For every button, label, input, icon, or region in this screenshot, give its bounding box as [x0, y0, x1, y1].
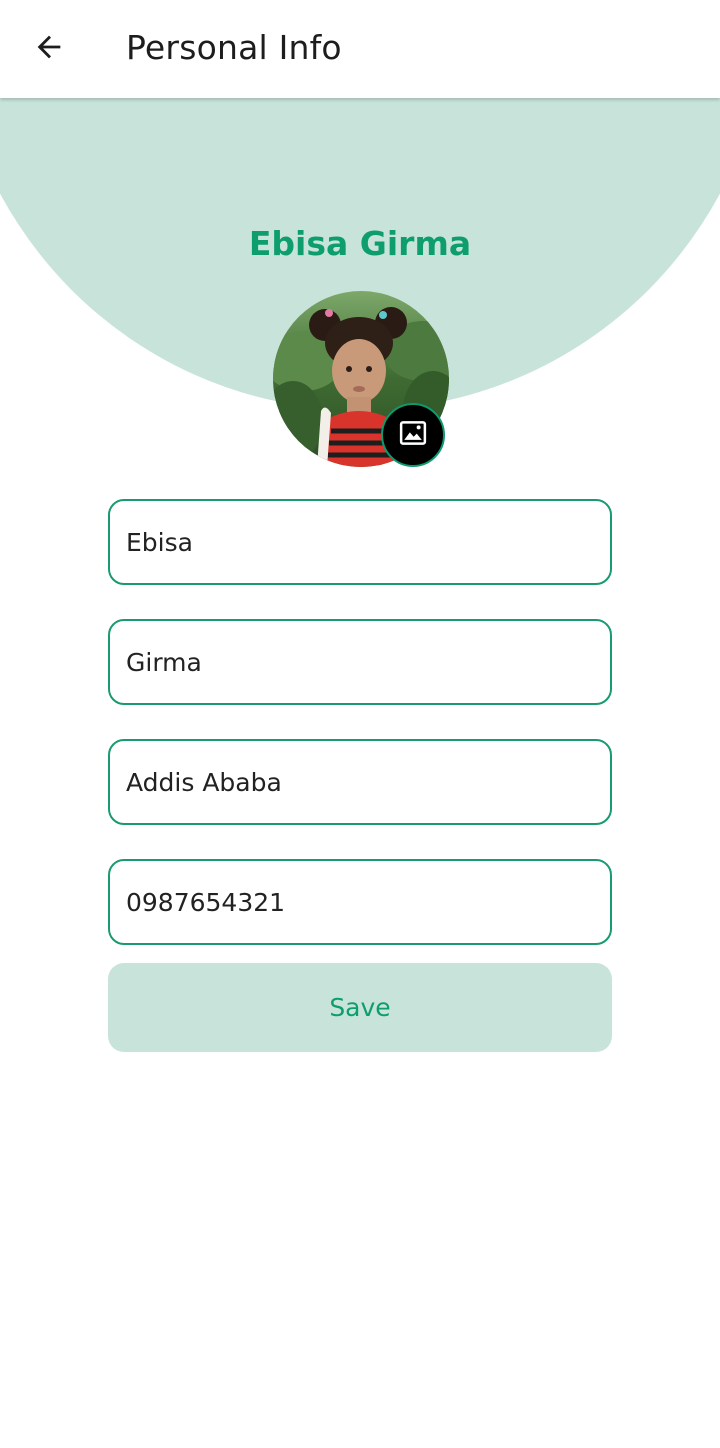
first-name-field[interactable]: [108, 499, 612, 585]
city-input[interactable]: [110, 741, 610, 823]
profile-name: Ebisa Girma: [248, 224, 472, 263]
change-photo-button[interactable]: [381, 403, 445, 467]
city-field[interactable]: [108, 739, 612, 825]
last-name-field[interactable]: [108, 619, 612, 705]
first-name-input[interactable]: [110, 501, 610, 583]
phone-input[interactable]: [110, 861, 610, 943]
image-icon: [398, 418, 428, 452]
arrow-left-icon: [32, 30, 66, 68]
last-name-input[interactable]: [110, 621, 610, 703]
save-button[interactable]: Save: [108, 963, 612, 1052]
page-title: Personal Info: [126, 28, 342, 67]
avatar-container: [273, 291, 449, 467]
back-button[interactable]: [22, 22, 76, 76]
personal-info-screen: Personal Info Ebisa Girma Ebisa Girma Ad…: [0, 0, 720, 1448]
phone-field[interactable]: [108, 859, 612, 945]
app-bar: Personal Info: [0, 0, 720, 98]
